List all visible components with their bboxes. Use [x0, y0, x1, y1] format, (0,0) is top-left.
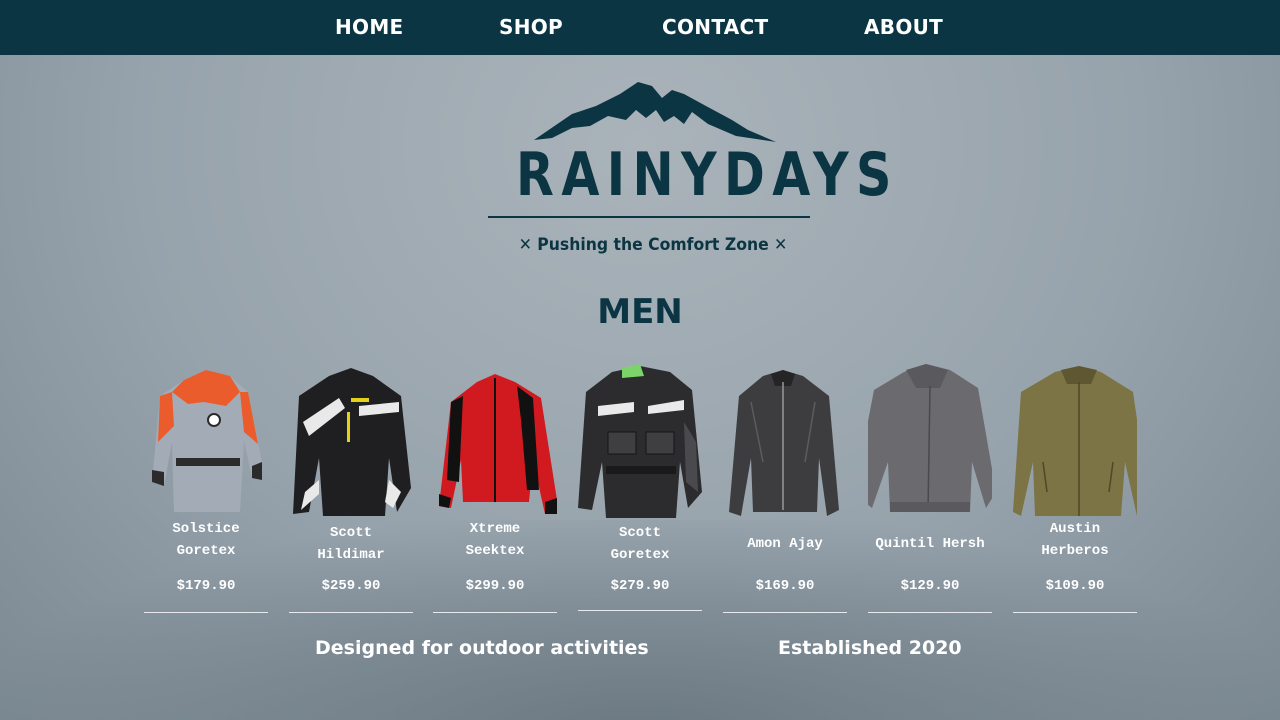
product-price: $169.90 [755, 578, 815, 594]
red-black-jacket-image[interactable] [433, 362, 557, 522]
product-card[interactable]: Amon Ajay $169.90 [723, 362, 847, 614]
section-title: MEN [597, 292, 683, 332]
product-name-line1: Scott [618, 525, 661, 541]
orange-grey-jacket-image[interactable] [144, 362, 268, 522]
olive-fleece-jacket-image[interactable] [1013, 362, 1137, 522]
black-grey-jacket-image[interactable] [578, 362, 702, 522]
product-divider [578, 610, 702, 611]
logo-title: RAINYDAYS [516, 140, 899, 210]
logo-tagline-row: ✕ Pushing the Comfort Zone ✕ [499, 230, 806, 260]
product-card[interactable]: Austin Herberos $109.90 [1013, 362, 1137, 614]
product-divider [144, 612, 268, 613]
product-card[interactable]: Quintil Hersh $129.90 [868, 362, 992, 614]
product-divider [868, 612, 992, 613]
product-divider [1013, 612, 1137, 613]
product-price: $279.90 [610, 578, 670, 594]
brand-logo[interactable]: RAINYDAYS ✕ Pushing the Comfort Zone ✕ [486, 80, 899, 260]
product-name-line2: Seektex [465, 543, 525, 559]
grey-bomber-jacket-image[interactable] [868, 362, 992, 522]
dark-grey-jacket-image[interactable] [723, 362, 847, 522]
footer-tagline: Designed for outdoor activities [315, 637, 649, 659]
logo-tagline: Pushing the Comfort Zone [537, 235, 769, 255]
nav-about-link[interactable]: ABOUT [864, 0, 943, 55]
footer-established: Established 2020 [778, 637, 962, 659]
product-card[interactable]: Scott Hildimar $259.90 [289, 362, 413, 614]
product-name-line1: Amon Ajay [747, 536, 823, 552]
product-price: $129.90 [900, 578, 960, 594]
product-price: $179.90 [176, 578, 236, 594]
top-navbar: HOME SHOP CONTACT ABOUT [0, 0, 1280, 55]
product-divider [433, 612, 557, 613]
product-name-line2: Hildimar [317, 547, 385, 563]
product-card[interactable]: Scott Goretex $279.90 [578, 362, 702, 614]
black-white-jacket-image[interactable] [289, 362, 413, 522]
product-name-line1: Austin [1049, 521, 1101, 537]
product-price: $299.90 [465, 578, 525, 594]
product-name-line2: Herberos [1041, 543, 1109, 559]
product-price: $259.90 [321, 578, 381, 594]
nav-contact-link[interactable]: CONTACT [662, 0, 768, 55]
product-card[interactable]: Solstice Goretex $179.90 [144, 362, 268, 614]
nav-home-link[interactable]: HOME [335, 0, 404, 55]
product-divider [723, 612, 847, 613]
product-price: $109.90 [1045, 578, 1105, 594]
product-name-line2: Goretex [176, 543, 236, 559]
product-name-line1: Scott [329, 525, 372, 541]
cross-icon: ✕ [518, 235, 532, 255]
product-name-line1: Xtreme [469, 521, 521, 537]
nav-shop-link[interactable]: SHOP [499, 0, 563, 55]
product-name-line1: Quintil Hersh [875, 536, 985, 552]
product-name-line2: Goretex [610, 547, 670, 563]
product-name-line1: Solstice [172, 521, 240, 537]
product-divider [289, 612, 413, 613]
product-card[interactable]: Xtreme Seektex $299.90 [433, 362, 557, 614]
logo-underline [488, 216, 810, 218]
cross-icon: ✕ [774, 235, 788, 255]
